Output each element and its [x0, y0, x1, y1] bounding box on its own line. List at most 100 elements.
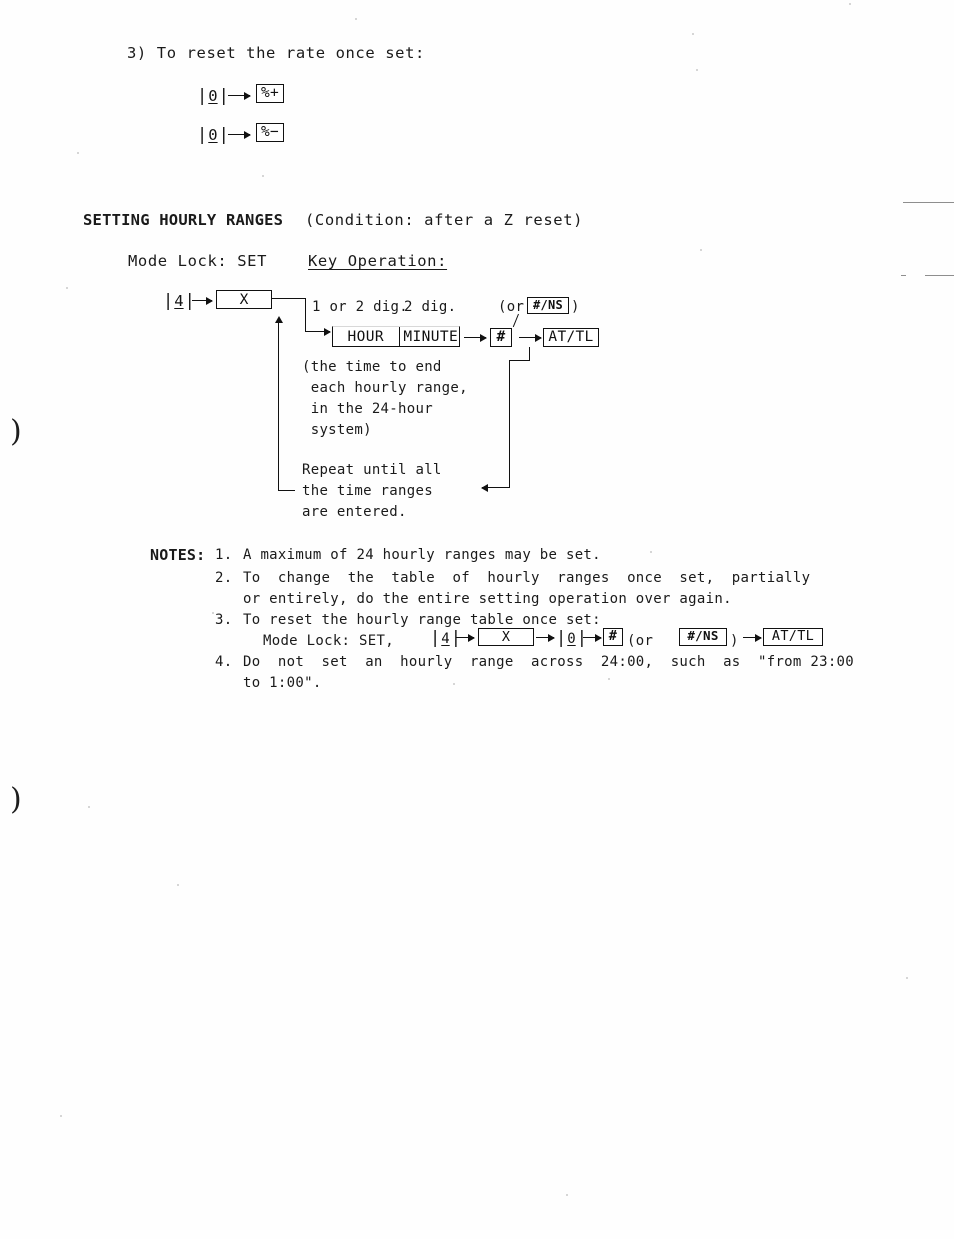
feedback-stub-bottom	[278, 490, 295, 491]
key-char: 4	[174, 292, 184, 310]
key-hash-ns-note: #/NS	[527, 297, 569, 314]
feedback-arrow-up	[274, 316, 283, 491]
note-3-line-1: To reset the hourly range table once set…	[243, 612, 601, 628]
note-3-sequence-prefix: Mode Lock: SET,	[263, 633, 394, 649]
scan-speck	[906, 977, 908, 979]
key-bar-right: |	[218, 85, 229, 106]
connector-xbox-out-v	[305, 298, 306, 332]
scan-speck	[849, 3, 851, 5]
arrow-start-to-xbox	[192, 296, 213, 305]
key-char: 0	[208, 126, 218, 144]
key-zero-1: | 0 |	[197, 87, 229, 105]
paren-note-line-3: in the 24-hour	[302, 401, 433, 417]
diagram-start-key-4: | 4 |	[163, 292, 195, 310]
key-bar-left: |	[197, 85, 208, 106]
note-1-number: 1.	[215, 547, 233, 563]
notes-label: NOTES:	[150, 546, 206, 564]
key-bar-left: |	[163, 290, 174, 311]
scan-speck	[77, 152, 79, 154]
key-bar-right: |	[218, 124, 229, 145]
key-percent-minus: %−	[256, 123, 284, 142]
leader-or-note	[512, 313, 519, 328]
margin-mark-2: )	[10, 782, 22, 817]
repeat-note-line-1: Repeat until all	[302, 462, 442, 478]
repeat-note-line-3: are entered.	[302, 504, 407, 520]
repeat-note-line-2: the time ranges	[302, 483, 433, 499]
hour-minute-box: HOUR MINUTE	[332, 326, 460, 347]
digit-hint-1: 1 or 2 dig.	[312, 299, 409, 315]
key-operation-label: Key Operation:	[308, 252, 448, 270]
note-1-line-1: A maximum of 24 hourly ranges may be set…	[243, 547, 601, 563]
connector-xbox-out-h	[272, 298, 306, 299]
note3-key-at-tl: AT/TL	[763, 628, 823, 646]
loopback-h-top	[509, 360, 530, 361]
scan-speck	[692, 33, 694, 35]
arrow-hm-to-hash	[464, 333, 487, 342]
note3-arrow-4	[743, 633, 762, 642]
scan-speck	[700, 249, 702, 251]
note3-or-open: (or	[627, 633, 654, 649]
mode-lock-label: Mode Lock: SET	[128, 252, 268, 270]
margin-mark-1: )	[10, 414, 22, 449]
note3-key-4: | 4 |	[430, 630, 461, 647]
key-char: 4	[441, 630, 450, 647]
scan-speck	[66, 287, 68, 289]
section-condition: (Condition: after a Z reset)	[305, 211, 584, 229]
or-note-close: )	[571, 299, 580, 315]
digit-hint-2: 2 dig.	[404, 299, 457, 315]
note3-arrow-1	[456, 633, 475, 642]
arrow-into-hour-minute	[305, 327, 331, 336]
paren-note-line-2: each hourly range,	[302, 380, 468, 396]
paren-note-line-1: (the time to end	[302, 359, 442, 375]
edge-rule-mid-dot	[901, 275, 906, 276]
scan-speck	[262, 175, 264, 177]
edge-rule-top	[903, 202, 954, 203]
minute-label: MINUTE	[403, 328, 459, 345]
scan-speck	[566, 1194, 568, 1196]
hour-label: HOUR	[347, 328, 385, 345]
x-field-box: X	[216, 290, 272, 309]
note3-key-hash: #	[603, 628, 623, 646]
scan-speck	[177, 884, 179, 886]
key-bar-right: |	[184, 290, 195, 311]
scan-speck	[355, 18, 357, 20]
note-2-line-2: or entirely, do the entire setting opera…	[243, 591, 732, 607]
scan-speck	[453, 683, 455, 685]
section-title: SETTING HOURLY RANGES	[83, 211, 284, 229]
loopback-v-short	[529, 347, 530, 361]
scan-speck	[60, 1115, 62, 1117]
key-bar-left: |	[430, 628, 441, 648]
note3-x-field-box: X	[478, 628, 534, 646]
loopback-v-long	[509, 360, 510, 488]
scan-speck	[212, 612, 214, 614]
scan-speck	[650, 551, 652, 553]
section-3-heading: 3) To reset the rate once set:	[127, 44, 425, 62]
arrow-right-2	[228, 130, 251, 139]
note-3-number: 3.	[215, 612, 233, 628]
note-2-line-1: To change the table of hourly ranges onc…	[243, 570, 811, 586]
scanned-page: ) ) 3) To reset the rate once set: | 0 | %…	[0, 0, 954, 1239]
key-bar-right: |	[450, 628, 461, 648]
note-4-line-2: to 1:00".	[243, 675, 322, 691]
loopback-arrow-left	[481, 483, 510, 492]
key-bar-left: |	[556, 628, 567, 648]
note-4-line-1: Do not set an hourly range across 24:00,…	[243, 654, 855, 670]
arrow-right-1	[228, 91, 251, 100]
scan-speck	[608, 678, 610, 680]
edge-rule-mid	[925, 275, 954, 276]
scan-speck	[696, 69, 698, 71]
paren-note-line-4: system)	[302, 422, 372, 438]
key-zero-2: | 0 |	[197, 126, 229, 144]
note3-key-hash-ns: #/NS	[679, 628, 727, 646]
note3-arrow-2	[536, 633, 555, 642]
key-char: 0	[567, 630, 576, 647]
key-hash: #	[490, 328, 512, 347]
or-note-open: (or	[498, 299, 525, 315]
scan-speck	[88, 806, 90, 808]
note-4-number: 4.	[215, 654, 233, 670]
key-percent-plus: %+	[256, 84, 284, 103]
note3-or-close: )	[730, 633, 739, 649]
note3-key-0: | 0 |	[556, 630, 587, 647]
arrow-hash-to-attl	[519, 333, 542, 342]
key-bar-left: |	[197, 124, 208, 145]
